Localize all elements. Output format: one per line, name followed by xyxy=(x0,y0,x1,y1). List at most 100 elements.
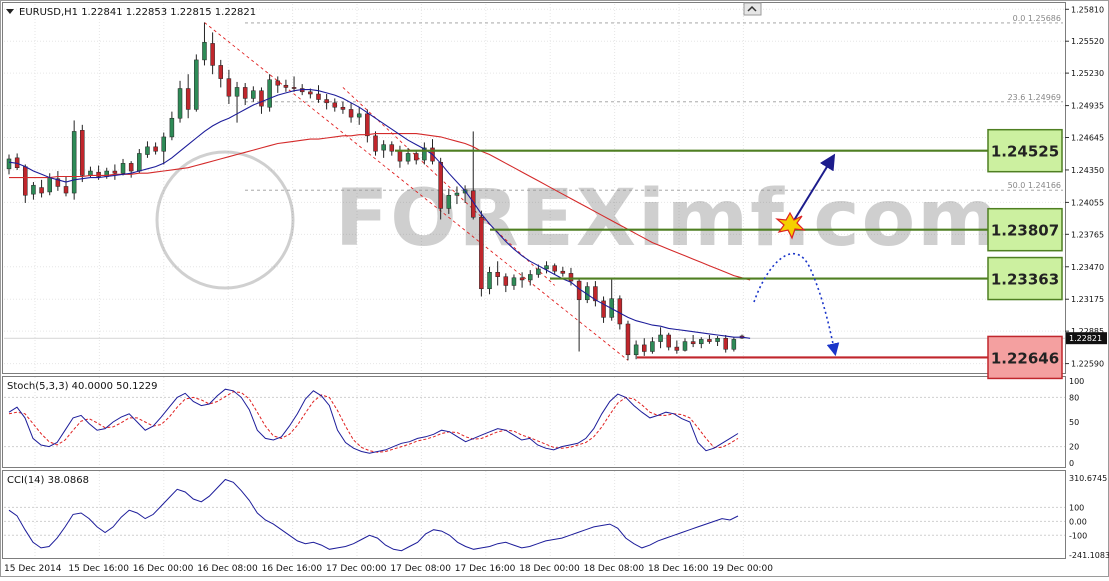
time-label: 17 Dec 08:00 xyxy=(390,564,451,574)
candle-bear xyxy=(568,273,574,282)
time-label: 16 Dec 00:00 xyxy=(133,564,194,574)
candle-bull xyxy=(137,153,142,172)
candle-bull xyxy=(161,136,166,152)
candle-bear xyxy=(275,80,281,86)
candle-bull xyxy=(169,117,175,138)
candle-bear xyxy=(340,106,346,110)
time-label: 17 Dec 16:00 xyxy=(455,564,516,574)
candle-bear xyxy=(324,99,329,104)
candle-bear xyxy=(291,87,297,89)
candle-bull xyxy=(699,339,704,345)
price-tick-label: 1.22590 xyxy=(1071,360,1104,369)
fib-label: 23.6 1.24969 xyxy=(1008,93,1061,102)
stoch-caption: Stoch(5,3,3) 40.0000 50.1229 xyxy=(7,381,158,392)
cci-tick-label: -241.1083 xyxy=(1069,551,1109,560)
time-label: 18 Dec 08:00 xyxy=(584,564,645,574)
time-label: 19 Dec 00:00 xyxy=(712,564,773,574)
candle-bear xyxy=(552,265,557,272)
candle-bear xyxy=(23,166,28,196)
candle-bull xyxy=(658,334,663,342)
current-price-label: 1.22821 xyxy=(1069,334,1102,343)
candle-bull xyxy=(731,339,737,350)
level-label: 1.24525 xyxy=(991,143,1059,161)
cci-tick-label: 0.00 xyxy=(1069,517,1087,526)
level-label: 1.23807 xyxy=(991,222,1059,240)
chart-arrow-icon[interactable] xyxy=(743,2,762,16)
watermark-text: FOREXimf.com xyxy=(335,174,1000,264)
candle-bear xyxy=(112,170,118,174)
price-tick-label: 1.23765 xyxy=(1071,230,1104,239)
level-label: 1.22646 xyxy=(991,349,1059,367)
candle-bull xyxy=(527,274,533,281)
time-label: 18 Dec 16:00 xyxy=(648,564,709,574)
candle-bear xyxy=(690,341,696,345)
candle-bear xyxy=(723,338,728,350)
candle-bear xyxy=(218,65,224,79)
price-tick-label: 1.24935 xyxy=(1071,102,1104,111)
candle-bear xyxy=(560,270,566,274)
candle-bear xyxy=(519,277,525,281)
candle-bull xyxy=(715,338,720,342)
time-label: 15 Dec 16:00 xyxy=(68,564,129,574)
candle-bear xyxy=(495,272,500,277)
time-label: 18 Dec 00:00 xyxy=(519,564,580,574)
cci-caption: CCI(14) 38.0868 xyxy=(7,475,89,486)
candle-bear xyxy=(389,144,395,152)
candle-bear xyxy=(397,150,403,162)
chart-canvas: FOREXimf.com 0.0 1.25686 23.6 1.24969 50.0… xyxy=(0,0,1109,577)
price-tick-label: 1.24055 xyxy=(1071,198,1104,207)
candle-bear xyxy=(576,280,582,301)
candle-bear xyxy=(185,88,191,110)
time-label: 15 Dec 2014 xyxy=(4,564,62,574)
candle-bear xyxy=(332,102,338,108)
candle-bear xyxy=(348,109,354,118)
candle-bear xyxy=(642,344,647,352)
candle-bull xyxy=(88,170,93,176)
time-label: 16 Dec 08:00 xyxy=(197,564,258,574)
candle-bull xyxy=(544,265,549,270)
stoch-tick-label: 100 xyxy=(1069,377,1084,386)
candle-bear xyxy=(39,187,44,194)
candle-bull xyxy=(536,268,541,275)
price-tick-label: 1.25230 xyxy=(1071,69,1104,78)
stoch-tick-label: 50 xyxy=(1069,418,1079,427)
candle-bull xyxy=(31,185,36,195)
candle-bear xyxy=(80,130,85,176)
candle-bull xyxy=(446,195,452,209)
candle-bear xyxy=(316,93,321,100)
time-label: 17 Dec 00:00 xyxy=(326,564,387,574)
cci-tick-label: -100 xyxy=(1069,531,1087,540)
candle-bull xyxy=(381,144,386,151)
candle-bull xyxy=(234,87,240,97)
candle-bull xyxy=(454,192,460,196)
candle-bear xyxy=(438,161,443,209)
candle-bull xyxy=(145,146,150,155)
stoch-tick-label: 20 xyxy=(1069,443,1079,452)
cci-tick-label: 100 xyxy=(1069,503,1084,512)
candle-bull xyxy=(650,341,655,352)
price-tick-label: 1.25810 xyxy=(1071,5,1104,14)
candle-bear xyxy=(153,146,158,152)
candle-bear xyxy=(308,91,313,95)
candle-bear xyxy=(625,323,631,356)
symbol-caption: EURUSD,H1 1.22841 1.22853 1.22815 1.2282… xyxy=(19,7,256,18)
candle-bull xyxy=(267,79,272,108)
candle-bull xyxy=(633,344,639,356)
candle-bull xyxy=(194,59,199,110)
candle-bull xyxy=(202,42,207,61)
candle-bear xyxy=(707,339,712,342)
candle-bull xyxy=(251,90,256,99)
candle-bull xyxy=(6,158,12,170)
candle-bear xyxy=(373,135,378,152)
candle-bear xyxy=(210,43,215,66)
candle-bull xyxy=(356,113,362,118)
trading-chart-window: FOREXimf.com 0.0 1.25686 23.6 1.24969 50.0… xyxy=(0,0,1109,577)
candle-bull xyxy=(71,131,77,194)
candle-bear xyxy=(617,298,623,325)
cci-tick-label: 310.6745 xyxy=(1069,474,1107,483)
candle-bull xyxy=(487,272,492,290)
level-label: 1.23363 xyxy=(991,271,1059,289)
candle-bear xyxy=(666,334,671,348)
fib-label: 50.0 1.24166 xyxy=(1008,181,1061,190)
candle-bear xyxy=(63,186,69,194)
